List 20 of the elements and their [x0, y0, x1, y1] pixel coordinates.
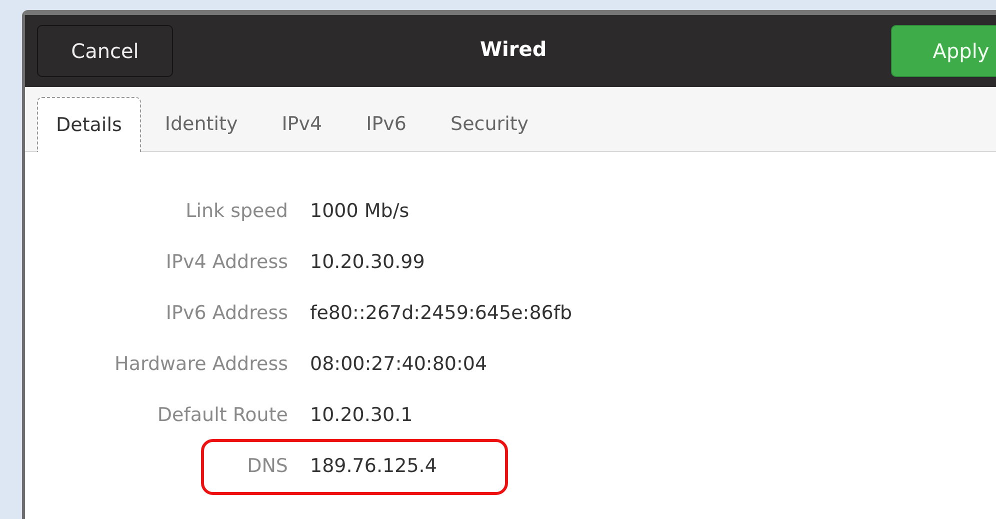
field-label: Hardware Address [114, 352, 288, 374]
field-label: Default Route [156, 404, 288, 426]
field-label: IPv4 Address [164, 250, 288, 272]
tab[interactable]: Details [37, 97, 141, 152]
tab[interactable]: IPv4 [262, 97, 342, 151]
tab[interactable]: Identity [144, 97, 258, 151]
field-value: 08:00:27:40:80:04 [310, 352, 488, 374]
tab[interactable]: Security [430, 97, 549, 151]
field-value: 189.76.125.4 [310, 454, 437, 476]
field-label: IPv6 Address [164, 302, 288, 324]
window-title: Wired [480, 37, 547, 61]
tab[interactable]: IPv6 [346, 97, 427, 151]
field-label: DNS [246, 454, 288, 476]
cancel-button[interactable]: Cancel [37, 25, 173, 77]
field-value: fe80::267d:2459:645e:86fb [310, 302, 572, 324]
field-value: 10.20.30.99 [310, 250, 425, 272]
field-value: 1000 Mb/s [310, 200, 410, 222]
field-value: 10.20.30.1 [310, 404, 413, 426]
field-label: Link speed [184, 200, 288, 222]
apply-button[interactable]: Apply [891, 25, 996, 77]
